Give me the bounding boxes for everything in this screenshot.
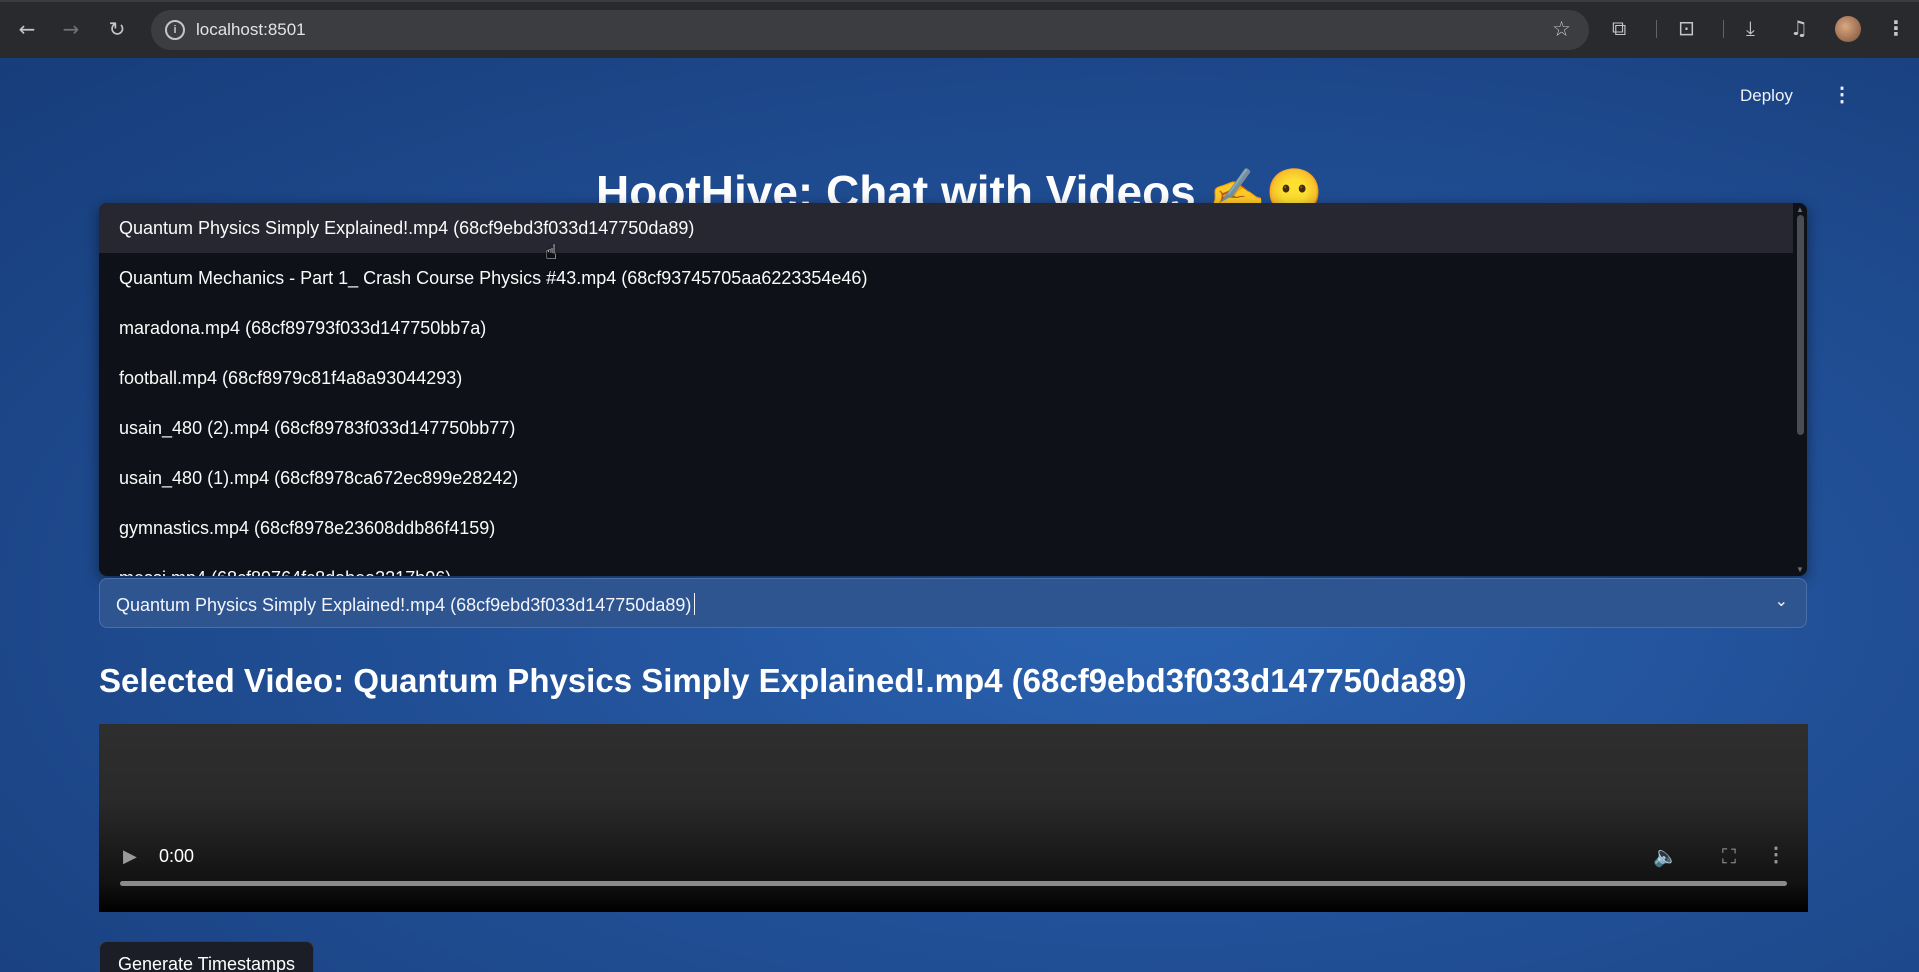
reload-icon[interactable]: ↻ bbox=[104, 16, 130, 42]
back-arrow-icon[interactable]: ← bbox=[14, 16, 40, 42]
more-options-icon[interactable]: ⋮ bbox=[1766, 842, 1786, 867]
scrollbar-thumb[interactable] bbox=[1797, 215, 1804, 435]
option-item[interactable]: usain_480 (1).mp4 (68cf8978ca672ec899e28… bbox=[99, 453, 1807, 503]
app-menu-icon[interactable]: ⋮ bbox=[1832, 82, 1852, 107]
download-icon[interactable]: ⤓ bbox=[1746, 16, 1755, 40]
chevron-down-icon[interactable]: ⌄ bbox=[1775, 591, 1788, 610]
video-select[interactable]: Quantum Physics Simply Explained!.mp4 (6… bbox=[99, 578, 1807, 628]
option-item[interactable]: maradona.mp4 (68cf89793f033d147750bb7a) bbox=[99, 303, 1807, 353]
cast-icon[interactable]: ⊡ bbox=[1678, 16, 1695, 40]
url-text[interactable]: localhost:8501 bbox=[196, 20, 306, 40]
scroll-down-icon[interactable]: ▼ bbox=[1796, 565, 1804, 574]
volume-icon[interactable]: 🔈 bbox=[1653, 844, 1678, 868]
deploy-button[interactable]: Deploy bbox=[1740, 86, 1793, 106]
extensions-icon[interactable]: ⧉ bbox=[1612, 16, 1626, 40]
profile-avatar[interactable] bbox=[1835, 16, 1861, 42]
select-value-wrap: Quantum Physics Simply Explained!.mp4 (6… bbox=[116, 593, 696, 616]
selected-video-heading: Selected Video: Quantum Physics Simply E… bbox=[99, 662, 1467, 699]
text-caret bbox=[694, 593, 696, 615]
seek-bar[interactable] bbox=[120, 881, 1787, 886]
toolbar-separator bbox=[1656, 20, 1657, 38]
option-item[interactable]: Quantum Mechanics - Part 1_ Crash Course… bbox=[99, 253, 1807, 303]
site-info-icon[interactable]: i bbox=[165, 20, 185, 40]
star-icon[interactable]: ☆ bbox=[1552, 17, 1571, 41]
page-title: HootHive: Chat with Videos ✍️😶 bbox=[596, 166, 1324, 206]
option-item[interactable]: gymnastics.mp4 (68cf8978e23608ddb86f4159… bbox=[99, 503, 1807, 553]
video-player[interactable]: ▶ 0:00 🔈 ⛶ ⋮ bbox=[99, 724, 1808, 912]
streamlit-app: Deploy ⋮ HootHive: Chat with Videos ✍️😶 … bbox=[0, 58, 1919, 972]
play-icon[interactable]: ▶ bbox=[123, 846, 137, 867]
list-scrollbar[interactable]: ▲ ▼ bbox=[1793, 203, 1807, 576]
forward-arrow-icon[interactable]: → bbox=[58, 16, 84, 42]
select-value: Quantum Physics Simply Explained!.mp4 (6… bbox=[116, 595, 692, 615]
menu-icon[interactable]: ⋮ bbox=[1886, 16, 1906, 40]
media-icon[interactable]: ♫ bbox=[1790, 16, 1808, 40]
video-options-list: Quantum Physics Simply Explained!.mp4 (6… bbox=[99, 203, 1807, 576]
time-display: 0:00 bbox=[159, 846, 195, 866]
option-item[interactable]: football.mp4 (68cf8979c81f4a8a93044293) bbox=[99, 353, 1807, 403]
address-bar[interactable]: i localhost:8501 ☆ bbox=[151, 10, 1589, 50]
scroll-up-icon[interactable]: ▲ bbox=[1796, 205, 1804, 214]
generate-timestamps-button[interactable]: Generate Timestamps bbox=[99, 941, 314, 972]
tab-strip-edge bbox=[0, 0, 1919, 2]
option-item[interactable]: Quantum Physics Simply Explained!.mp4 (6… bbox=[99, 203, 1807, 253]
fullscreen-icon[interactable]: ⛶ bbox=[1722, 844, 1736, 868]
option-item[interactable]: messi.mp4 (68cf89764fc8dabea3217b06) bbox=[99, 553, 1807, 576]
toolbar-separator bbox=[1723, 20, 1724, 38]
option-item[interactable]: usain_480 (2).mp4 (68cf89783f033d147750b… bbox=[99, 403, 1807, 453]
hand-cursor-icon: ☝ bbox=[545, 240, 558, 264]
browser-toolbar: ← → ↻ i localhost:8501 ☆ ⧉ ⊡ ⤓ ♫ ⋮ bbox=[0, 0, 1919, 58]
